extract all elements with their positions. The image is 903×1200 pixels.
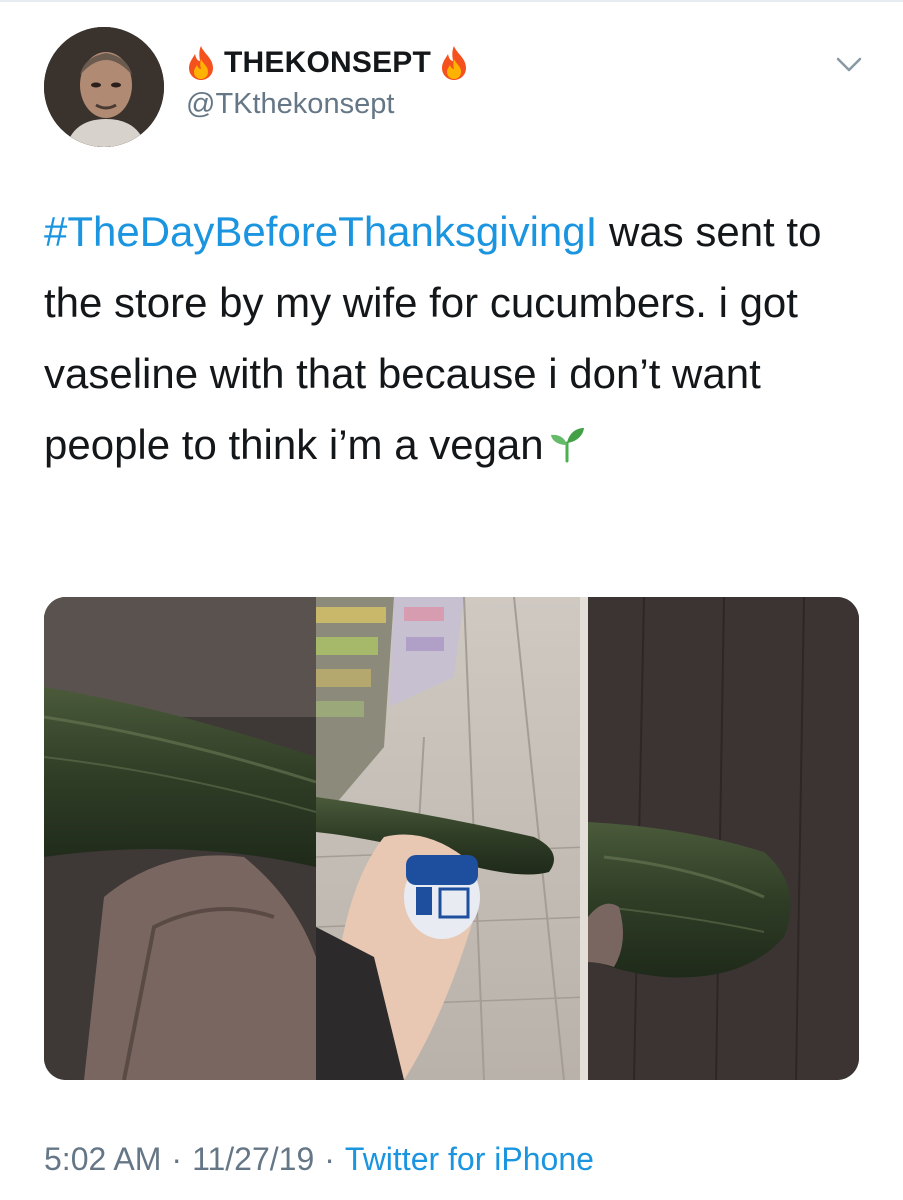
meta-separator: ·	[324, 1140, 335, 1177]
fire-icon	[442, 46, 467, 80]
display-name-row[interactable]: THEKONSEPT	[186, 40, 469, 86]
top-divider	[0, 0, 903, 2]
hashtag-link[interactable]: #TheDayBeforeThanksgivingI	[44, 208, 597, 255]
tweet-text: #TheDayBeforeThanksgivingI was sent to t…	[44, 196, 864, 480]
display-name: THEKONSEPT	[224, 46, 432, 79]
tweet-metadata: 5:02 AM · 11/27/19 · Twitter for iPhone	[44, 1137, 594, 1181]
fire-icon	[189, 46, 213, 80]
user-handle[interactable]: @TKthekonsept	[186, 88, 394, 121]
meta-separator: ·	[171, 1140, 183, 1177]
tweet-source-link[interactable]: Twitter for iPhone	[345, 1141, 594, 1178]
tweet-time[interactable]: 5:02 AM	[44, 1141, 161, 1178]
avatar-photo	[44, 27, 164, 147]
media-photo-collage	[44, 597, 859, 1080]
seedling-icon	[550, 428, 584, 463]
tweet-media-image[interactable]	[44, 597, 859, 1080]
chevron-down-icon[interactable]	[834, 52, 864, 76]
avatar[interactable]	[44, 27, 164, 147]
tweet-date[interactable]: 11/27/19	[192, 1141, 314, 1178]
